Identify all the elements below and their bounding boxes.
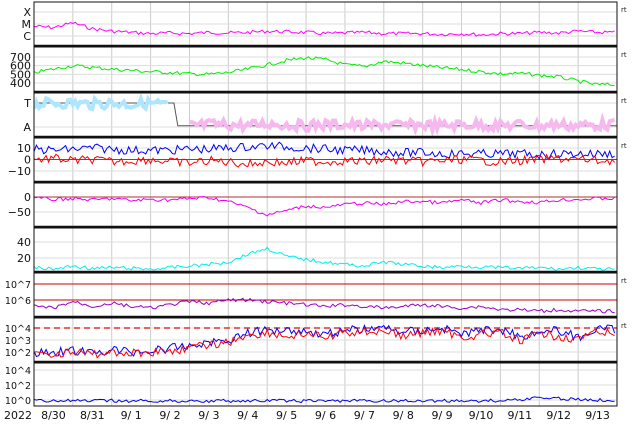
x-tick-label: 9/13 [585, 409, 610, 422]
x-tick-label: 9/ 3 [198, 409, 219, 422]
y-tick-label: 10^6 [5, 296, 31, 307]
panel-solar-wind-speed [34, 56, 615, 87]
series-kp [34, 246, 615, 272]
year-label: 2022 [4, 409, 32, 422]
y-tick-label: X [23, 6, 31, 19]
x-tick-label: 8/30 [41, 409, 66, 422]
y-tick-label: 10^3 [5, 336, 31, 347]
x-tick-label: 9/ 9 [431, 409, 452, 422]
gridlines [34, 2, 617, 406]
space-weather-chart: 8/30 8/31 9/ 1 9/ 2 9/ 3 9/ 4 9/ 5 9/ 6 9/ 7 9/ 8… [4, 1, 627, 422]
y-tick-label: 10^4 [5, 366, 31, 377]
series-A [189, 112, 616, 137]
y-tick-label: 10^7 [5, 280, 31, 291]
y-tick-label: 40 [17, 236, 31, 249]
rt-label: rt [621, 6, 627, 14]
panel-proton-flux [34, 324, 617, 359]
x-tick-label: 9/ 2 [159, 409, 180, 422]
series-speed [34, 56, 615, 87]
x-tick-label: 9/10 [469, 409, 494, 422]
panel-electron-flux [34, 283, 617, 314]
rt-label: rt [621, 142, 627, 150]
y-tick-label: 0 [24, 191, 31, 204]
axis-labels: 8/30 8/31 9/ 1 9/ 2 9/ 3 9/ 4 9/ 5 9/ 6 9/ 7 9/ 8… [5, 6, 627, 422]
rt-label: rt [621, 51, 627, 59]
y-tick-label: −50 [8, 206, 31, 219]
x-tick-label: 8/31 [80, 409, 105, 422]
x-tick-label: 9/12 [546, 409, 571, 422]
y-tick-label: A [23, 121, 31, 134]
panel-frame [33, 182, 618, 228]
panel-imf-bt-bz [34, 141, 617, 168]
series-Bz [34, 153, 615, 168]
y-tick-label: 400 [10, 77, 31, 90]
rt-label: rt [621, 277, 627, 285]
series-T [34, 93, 169, 113]
panel-frame [33, 227, 618, 273]
panel-frames [33, 1, 618, 407]
y-tick-label: 20 [17, 252, 31, 265]
series-electrons [34, 297, 615, 314]
y-tick-label: C [23, 30, 31, 43]
x-tick-label: 9/ 1 [121, 409, 142, 422]
y-tick-label: T [23, 97, 31, 110]
y-tick-label: 10^0 [5, 396, 31, 407]
panel-kp-index [34, 246, 615, 272]
y-tick-label: −10 [8, 165, 31, 178]
rt-label: rt [621, 97, 627, 105]
panel-dst [34, 195, 617, 217]
y-tick-label: 10^4 [5, 324, 31, 335]
x-tick-label: 9/ 5 [276, 409, 297, 422]
x-tick-label: 9/ 6 [315, 409, 336, 422]
y-tick-label: 10^2 [5, 348, 31, 359]
x-tick-label: 9/ 4 [237, 409, 258, 422]
y-tick-label: 10^2 [5, 381, 31, 392]
y-tick-label: M [22, 18, 32, 31]
panel-frame [33, 92, 618, 138]
panel-frame [33, 272, 618, 318]
x-tick-label: 9/ 8 [393, 409, 414, 422]
panel-frame [33, 46, 618, 93]
series-Dst [34, 195, 615, 217]
rt-label: rt [621, 322, 627, 330]
x-tick-label: 9/11 [507, 409, 532, 422]
x-tick-label: 9/ 7 [354, 409, 375, 422]
series-Bt [34, 141, 615, 161]
